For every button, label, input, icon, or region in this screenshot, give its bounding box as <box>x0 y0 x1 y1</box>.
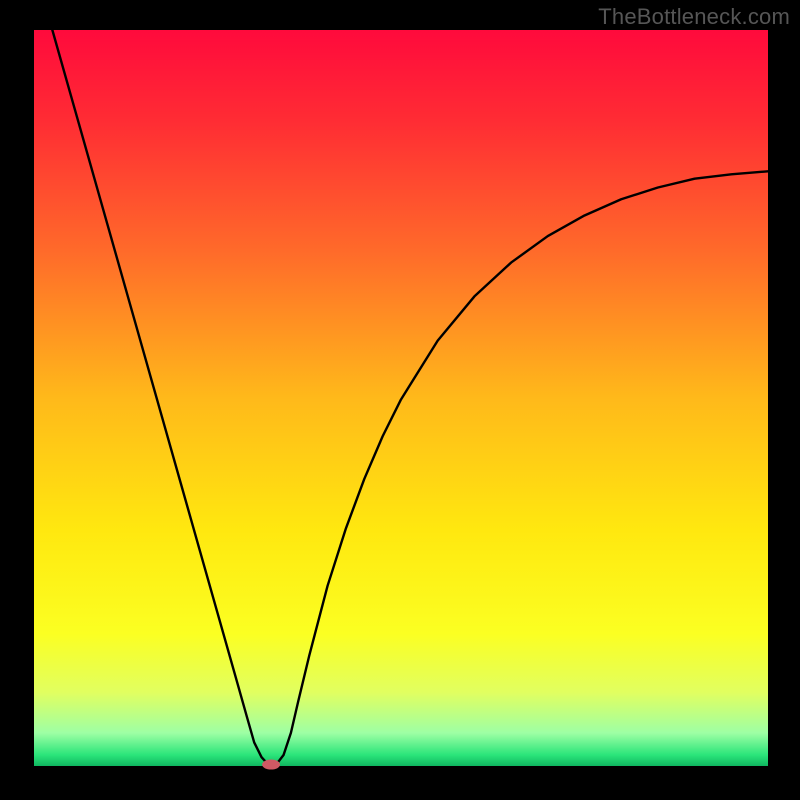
optimal-marker <box>262 760 280 770</box>
chart-outer-frame: TheBottleneck.com <box>0 0 800 800</box>
bottleneck-chart <box>0 0 800 800</box>
